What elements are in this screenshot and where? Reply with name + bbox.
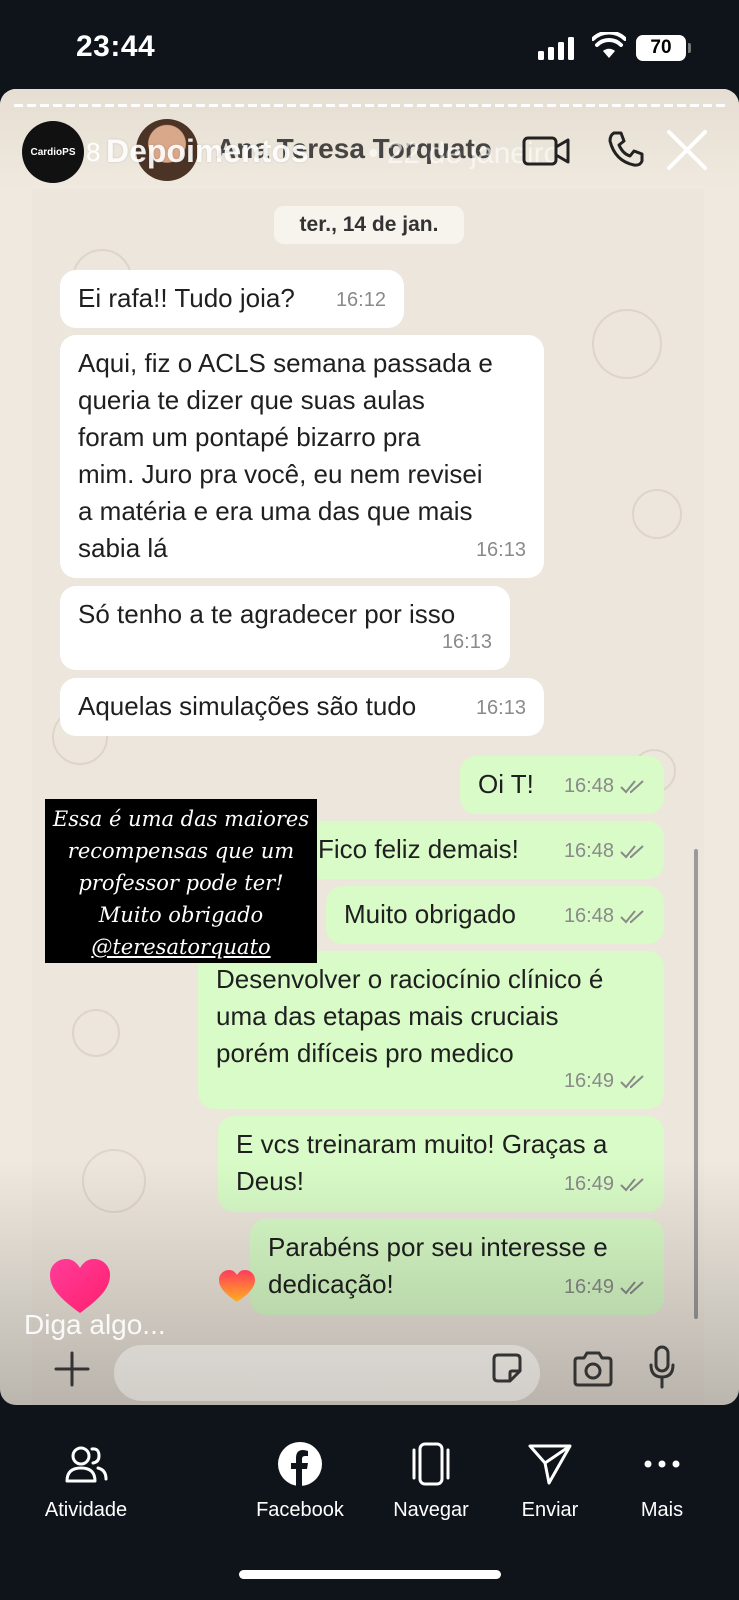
message-text: Só tenho a te agradecer por isso xyxy=(78,599,456,629)
activity-icon xyxy=(65,1446,108,1483)
wifi-icon xyxy=(592,32,626,58)
message-bubble-incoming[interactable]: Aquelas simulações são tudo 16:13 xyxy=(60,678,544,736)
message-time: 16:49 xyxy=(563,1173,614,1195)
message-bubble-outgoing[interactable]: Desenvolver o raciocínio clínico é uma d… xyxy=(198,951,664,1109)
browse-icon xyxy=(412,1442,450,1486)
message-bubble-incoming[interactable]: Ei rafa!! Tudo joia? 16:12 xyxy=(60,270,404,328)
story-progress-bar xyxy=(14,104,725,107)
story-action-bar: Atividade Facebook Navegar Enviar Mais xyxy=(0,1405,739,1540)
more-button[interactable]: Mais xyxy=(612,1441,712,1522)
more-label: Mais xyxy=(640,1499,684,1521)
facebook-button[interactable]: Facebook xyxy=(250,1441,350,1522)
read-receipt-icon xyxy=(620,1280,644,1294)
read-receipt-icon xyxy=(620,1074,644,1088)
message-time: 16:13 xyxy=(475,539,526,561)
activity-button[interactable]: Atividade xyxy=(36,1441,136,1522)
cellular-signal-icon xyxy=(538,36,574,60)
story-caption: Essa é uma das maiores recompensas que u… xyxy=(45,799,317,963)
read-receipt-icon xyxy=(620,844,644,858)
plus-icon xyxy=(54,1351,90,1387)
caption-line: recompensas que um xyxy=(67,839,295,863)
message-time: 16:13 xyxy=(441,631,492,653)
read-receipt-icon xyxy=(620,1177,644,1191)
facebook-label: Facebook xyxy=(256,1499,344,1521)
video-call-icon xyxy=(522,136,570,166)
facebook-icon xyxy=(278,1442,322,1486)
message-time: 16:13 xyxy=(475,697,526,719)
story-count: 8 xyxy=(86,137,101,167)
message-bubble-outgoing[interactable]: Oi T! 16:48 xyxy=(460,756,664,814)
message-time: 16:49 xyxy=(563,1276,614,1298)
message-bubble-outgoing[interactable]: Parabéns por seu interesse e dedicação! … xyxy=(250,1219,664,1315)
account-avatar-logo: CardioPS xyxy=(30,146,76,158)
message-time: 16:49 xyxy=(563,1070,614,1092)
close-icon[interactable] xyxy=(664,127,710,173)
story-frame[interactable]: CardioPS 8 Ana Teresa Torquato Depoiment… xyxy=(0,89,739,1405)
message-time: 16:48 xyxy=(563,905,614,927)
message-bubble-outgoing[interactable]: Fico feliz demais! 16:48 xyxy=(300,821,664,879)
message-bubble-incoming[interactable]: Só tenho a te agradecer por isso 16:13 xyxy=(60,586,510,670)
chat-input-background xyxy=(114,1345,540,1401)
read-receipt-icon xyxy=(620,779,644,793)
reaction-heart-icon xyxy=(219,1270,255,1302)
caption-line: professor pode ter! xyxy=(78,871,284,895)
send-button[interactable]: Enviar xyxy=(500,1441,600,1522)
story-title[interactable]: Depoimentos xyxy=(106,133,309,170)
message-time: 16:48 xyxy=(563,775,614,797)
message-time: 16:12 xyxy=(335,289,386,311)
send-icon xyxy=(528,1444,572,1485)
account-avatar[interactable]: CardioPS xyxy=(22,121,84,183)
home-indicator[interactable] xyxy=(239,1570,501,1579)
caption-line: Essa é uma das maiores xyxy=(52,807,310,831)
like-heart-icon[interactable] xyxy=(48,1257,112,1315)
message-time: 16:48 xyxy=(563,840,614,862)
chat-scrollbar[interactable] xyxy=(694,849,698,1319)
phone-icon xyxy=(608,131,644,167)
browse-label: Navegar xyxy=(393,1499,469,1521)
read-receipt-icon xyxy=(620,909,644,923)
status-bar: 23:44 70 xyxy=(0,0,739,90)
more-icon xyxy=(644,1460,680,1468)
message-bubble-outgoing[interactable]: E vcs treinaram muito! Graças a Deus! 16… xyxy=(218,1116,664,1212)
microphone-icon xyxy=(649,1345,675,1389)
sticker-icon xyxy=(492,1353,522,1383)
status-time: 23:44 xyxy=(76,30,156,63)
reply-input[interactable]: Diga algo... xyxy=(24,1309,166,1341)
message-text: Desenvolver o raciocínio clínico é uma d… xyxy=(216,964,604,1068)
battery-indicator: 70 xyxy=(636,35,691,61)
caption-line: Muito obrigado xyxy=(98,903,264,927)
browse-button[interactable]: Navegar xyxy=(381,1441,481,1522)
message-text: Aquelas simulações são tudo xyxy=(78,691,417,721)
message-text: Aqui, fiz o ACLS semana passada e queria… xyxy=(78,348,493,563)
message-bubble-incoming[interactable]: Aqui, fiz o ACLS semana passada e queria… xyxy=(60,335,544,578)
camera-icon xyxy=(573,1351,613,1387)
activity-label: Atividade xyxy=(44,1499,128,1521)
message-bubble-outgoing[interactable]: Muito obrigado 16:48 xyxy=(326,886,664,944)
caption-mention[interactable]: @teresatorquato xyxy=(45,931,317,963)
date-separator: ter., 14 de jan. xyxy=(274,206,464,244)
send-label: Enviar xyxy=(521,1499,579,1521)
